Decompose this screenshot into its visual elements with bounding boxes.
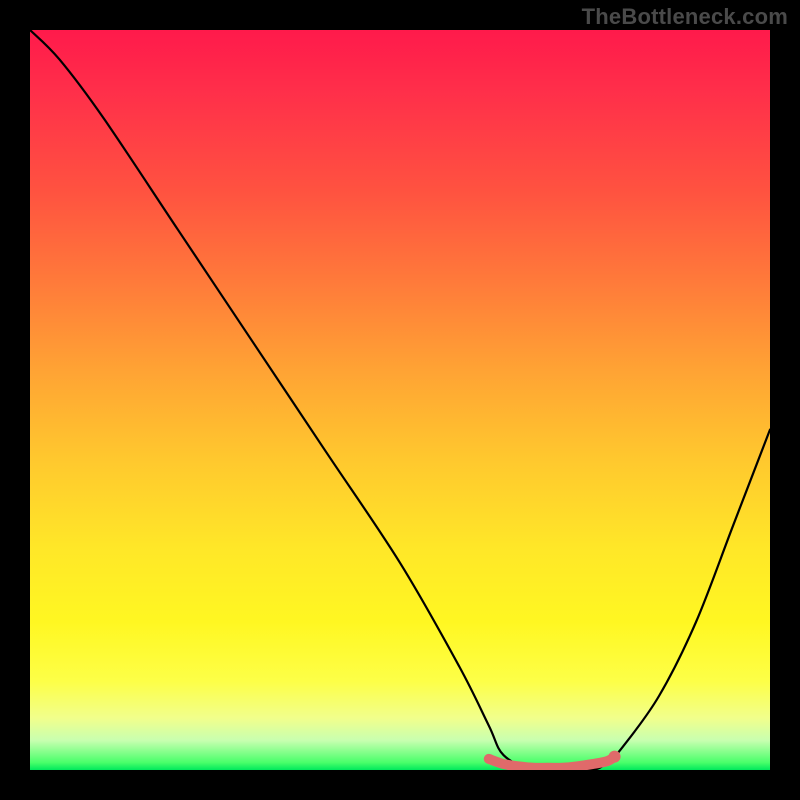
bottleneck-curve <box>30 30 770 770</box>
chart-frame: TheBottleneck.com <box>0 0 800 800</box>
watermark-text: TheBottleneck.com <box>582 4 788 30</box>
plot-area <box>30 30 770 770</box>
optimal-end-dot <box>609 751 621 763</box>
curve-layer <box>30 30 770 770</box>
